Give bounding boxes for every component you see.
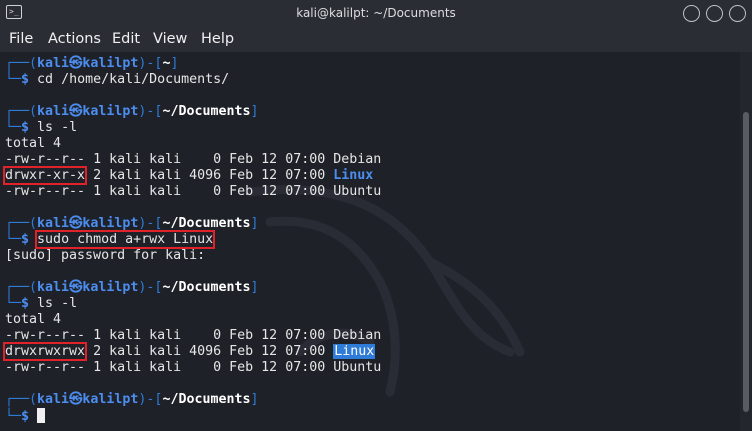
close-icon[interactable] xyxy=(729,5,746,22)
terminal-window: >_ kali@kalilpt: ~/Documents File Action… xyxy=(0,0,752,431)
command-ls: ls -l xyxy=(37,120,78,135)
directory-name: Linux xyxy=(333,168,374,183)
listing-row: drwxrwxrwx 2 kali kali 4096 Feb 12 07:00… xyxy=(2,342,376,361)
scrollbar-thumb[interactable] xyxy=(743,112,749,412)
menu-view[interactable]: View xyxy=(153,31,187,47)
command-line: └─$ xyxy=(5,408,46,424)
maximize-icon[interactable] xyxy=(706,5,723,22)
prompt-line: ┌──(kali㉿kalilpt)-[~/Documents] xyxy=(5,280,259,295)
directory-name-selected: Linux xyxy=(333,344,376,359)
prompt-line: ┌──(kali㉿kalilpt)-[~/Documents] xyxy=(5,392,259,407)
listing-row: -rw-r--r-- 1 kali kali 0 Feb 12 07:00 De… xyxy=(5,328,382,343)
command-cd: cd /home/kali/Documents/ xyxy=(37,72,230,87)
command-line: └─$ cd /home/kali/Documents/ xyxy=(5,72,230,87)
permission-highlight: drwxrwxrwx xyxy=(2,342,88,361)
minimize-icon[interactable] xyxy=(683,5,700,22)
menu-help[interactable]: Help xyxy=(201,31,234,47)
command-line: └─$ ls -l xyxy=(5,120,78,135)
command-line: └─$ ls -l xyxy=(5,296,78,311)
listing-row: drwxr-xr-x 2 kali kali 4096 Feb 12 07:00… xyxy=(2,166,374,185)
menu-edit[interactable]: Edit xyxy=(112,31,140,47)
terminal-output[interactable]: ┌──(kali㉿kalilpt)-[~] └─$ cd /home/kali/… xyxy=(0,52,740,431)
permission-highlight: drwxr-xr-x xyxy=(2,166,88,185)
prompt-line: ┌──(kali㉿kalilpt)-[~/Documents] xyxy=(5,104,259,119)
command-chmod-highlight: sudo chmod a+rwx Linux xyxy=(35,230,216,249)
menu-bar: File Actions Edit View Help xyxy=(0,28,752,52)
text-cursor xyxy=(37,408,46,423)
prompt-line: ┌──(kali㉿kalilpt)-[~] xyxy=(5,56,179,71)
listing-row: -rw-r--r-- 1 kali kali 0 Feb 12 07:00 De… xyxy=(5,152,382,167)
prompt-line: ┌──(kali㉿kalilpt)-[~/Documents] xyxy=(5,216,259,231)
scrollbar[interactable] xyxy=(740,52,752,431)
menu-actions[interactable]: Actions xyxy=(48,31,101,47)
command-line: └─$ sudo chmod a+rwx Linux xyxy=(5,230,216,249)
output-total: total 4 xyxy=(5,136,62,151)
command-ls: ls -l xyxy=(37,296,78,311)
output-total: total 4 xyxy=(5,312,62,327)
title-bar[interactable]: >_ kali@kalilpt: ~/Documents xyxy=(0,0,752,28)
menu-file[interactable]: File xyxy=(9,31,33,47)
window-title: kali@kalilpt: ~/Documents xyxy=(296,6,456,20)
listing-row: -rw-r--r-- 1 kali kali 0 Feb 12 07:00 Ub… xyxy=(5,184,382,199)
listing-row: -rw-r--r-- 1 kali kali 0 Feb 12 07:00 Ub… xyxy=(5,360,382,375)
sudo-password-prompt: [sudo] password for kali: xyxy=(5,248,206,263)
